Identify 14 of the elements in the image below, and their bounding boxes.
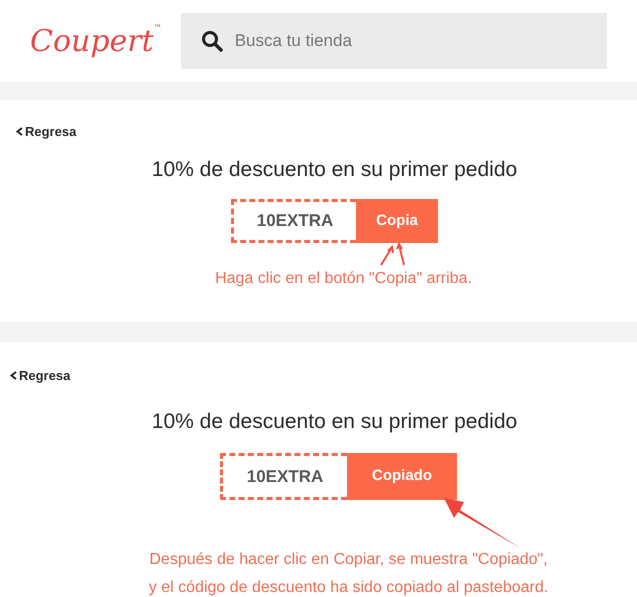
chevron-left-icon (16, 127, 23, 136)
back-link[interactable]: Regresa (10, 366, 70, 386)
chevron-left-icon (10, 371, 17, 380)
copy-button[interactable]: Copiado (347, 453, 457, 500)
offer-title: 10% de descuento en su primer pedido (152, 408, 518, 434)
offer-title: 10% de descuento en su primer pedido (152, 156, 518, 182)
instruction-text: Después de hacer clic en Copiar, se muestra "Copiado", (149, 550, 548, 570)
search-field[interactable]: Busca tu tienda (180, 13, 607, 69)
search-icon (200, 30, 223, 52)
back-link[interactable]: Regresa (16, 122, 76, 142)
instruction-text: y el código de descuento ha sido copiado al pasteboard. (148, 578, 548, 597)
search-input[interactable]: Busca tu tienda (234, 28, 587, 54)
instruction-text: Haga clic en el botón "Copia" arriba. (215, 269, 472, 289)
copy-button[interactable]: Copia (356, 199, 438, 243)
